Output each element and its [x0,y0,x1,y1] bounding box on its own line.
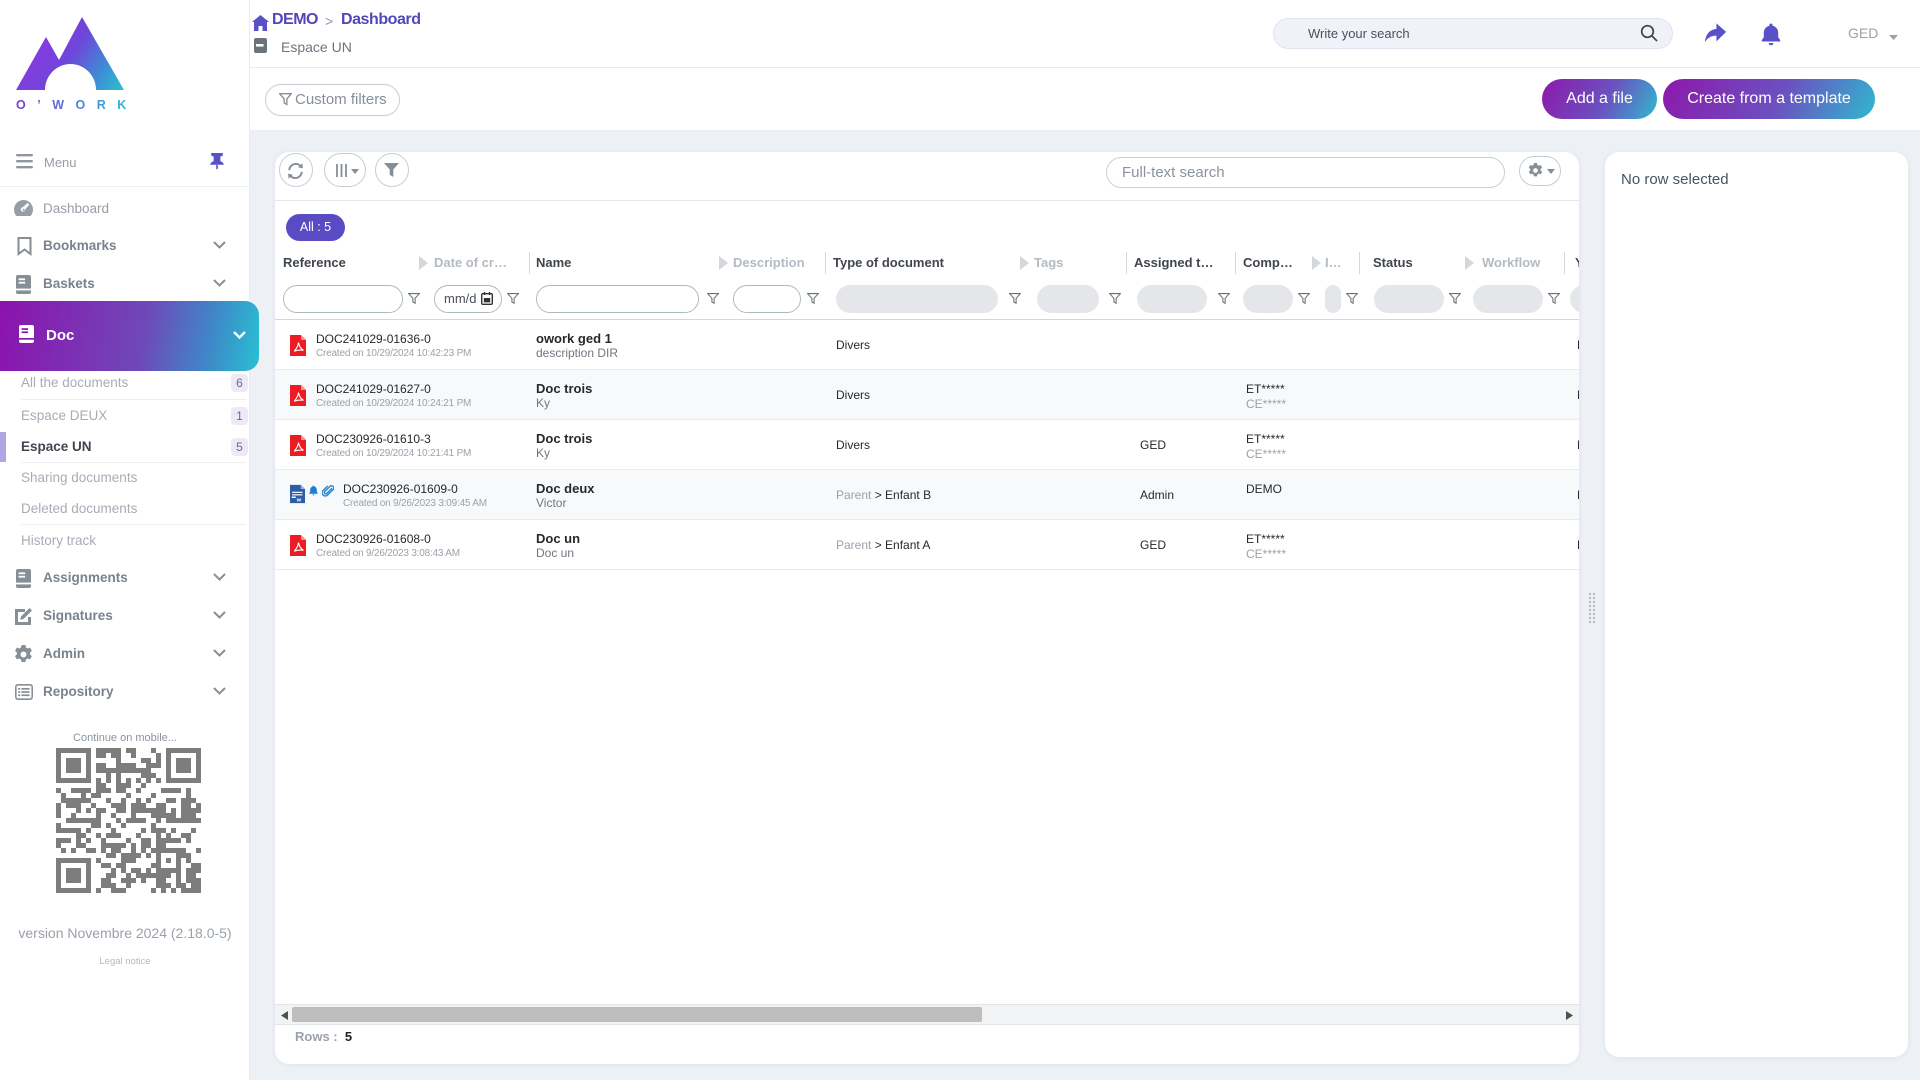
svg-text:O’WORK: O’WORK [16,98,126,112]
svg-text:w: w [296,498,302,504]
